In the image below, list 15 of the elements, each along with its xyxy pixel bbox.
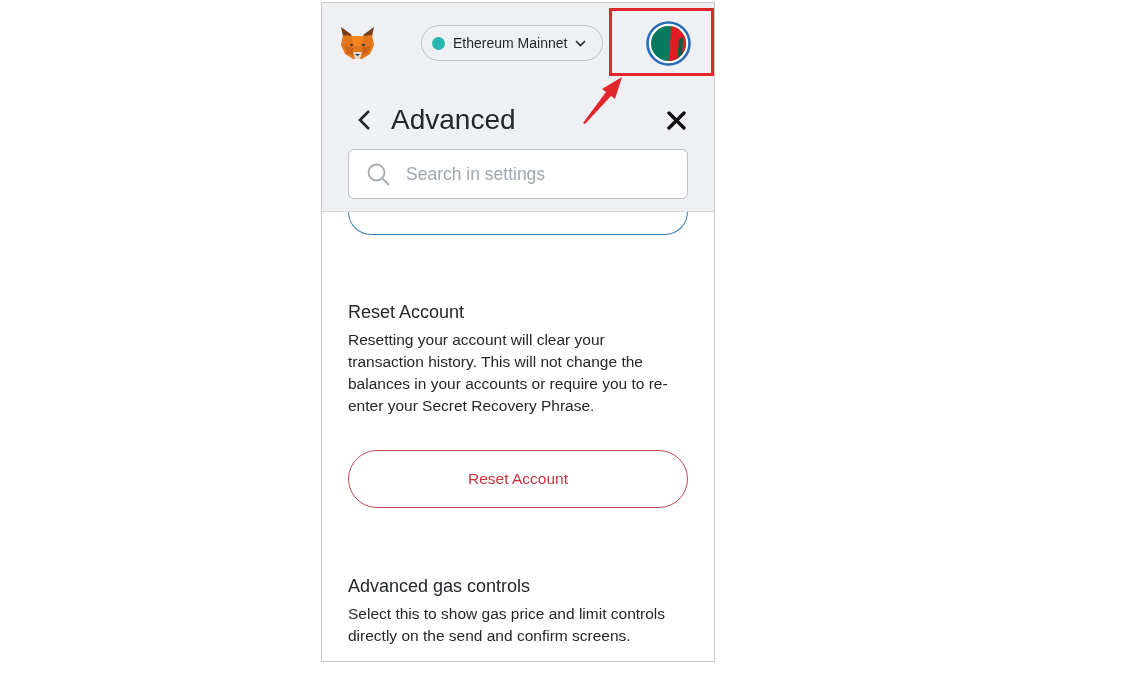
pointer-arrow [582,76,624,124]
chevron-down-icon [575,39,587,47]
avatar-icon[interactable] [646,20,691,66]
search-icon [367,163,390,186]
section-title: Advanced gas controls [348,575,531,597]
section-title: Reset Account [348,301,465,323]
fox-logo [339,26,376,60]
search-field[interactable]: Search in settings [348,149,688,199]
reset-account-button[interactable]: Reset Account [348,450,688,508]
chevron-left-icon[interactable] [358,109,371,131]
close-icon[interactable] [667,110,686,130]
section-description: Select this to show gas price and limit controls directly on the send and confirm screens. [348,604,667,646]
page-title: Advanced [391,103,516,137]
section-description: Resetting your account will clear your transaction history. This will not change the balances in your accounts or require you to re-enter your Secret Recovery Phrase. [348,330,669,416]
network-dot-icon [432,36,445,50]
